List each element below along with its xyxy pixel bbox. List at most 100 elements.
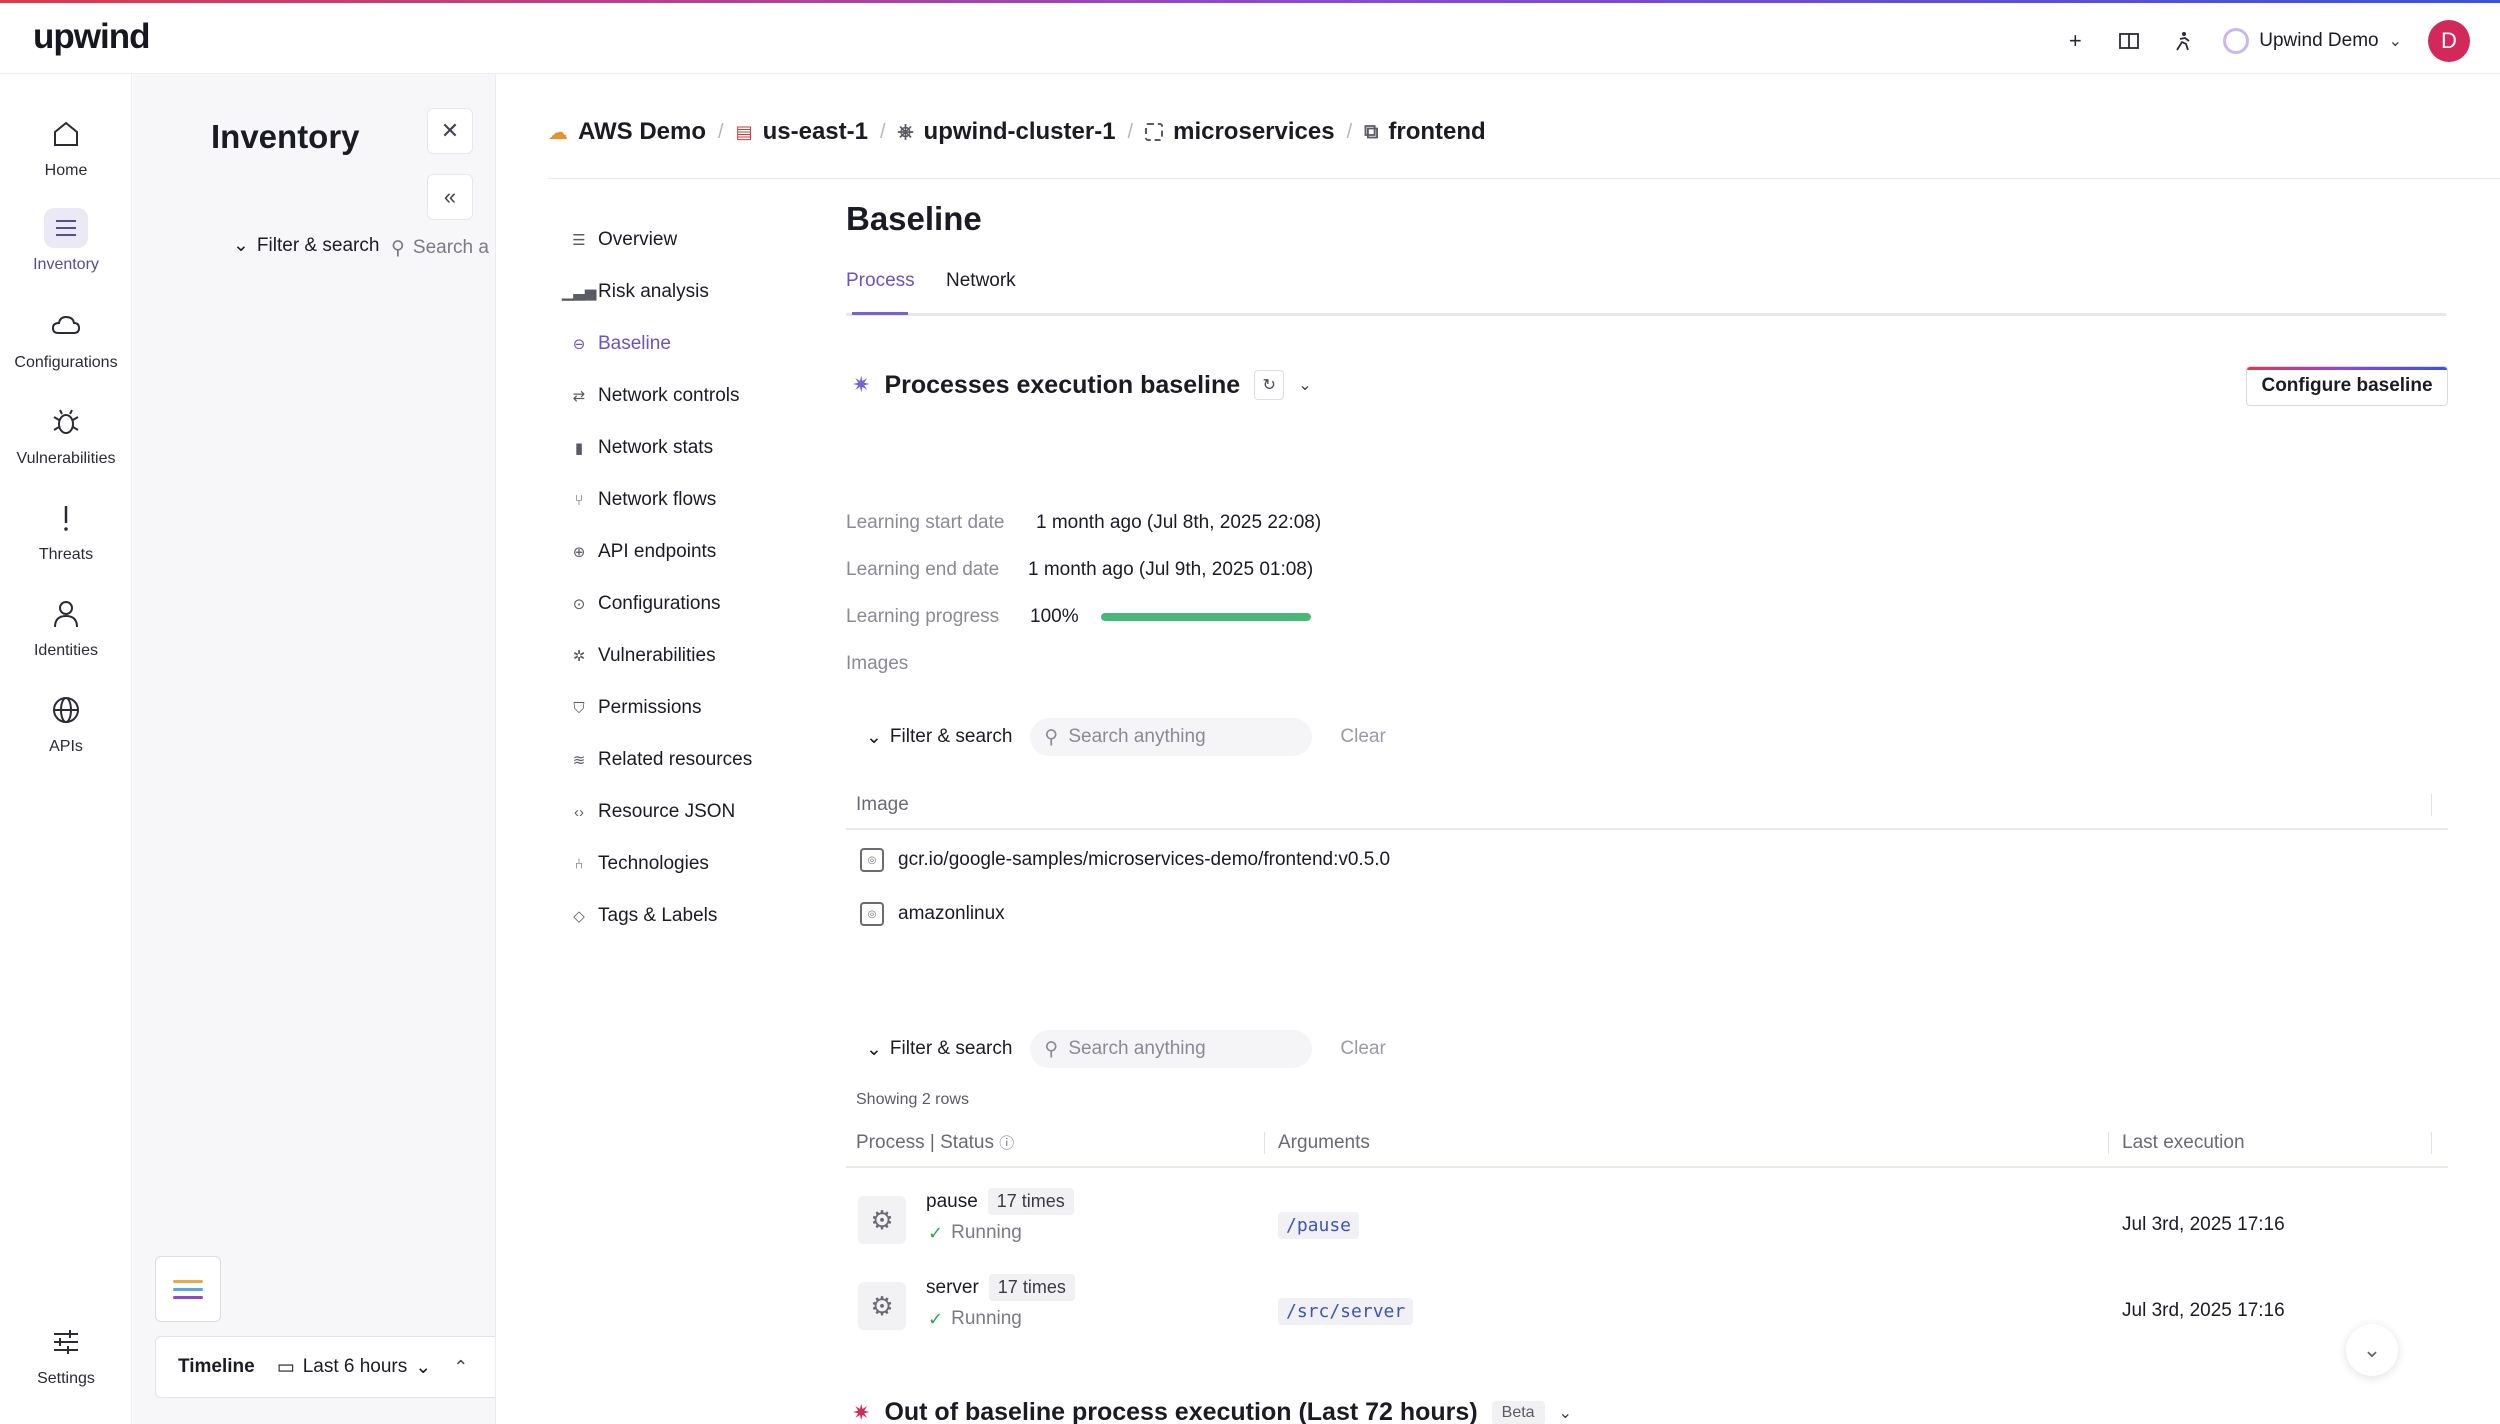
avatar[interactable]: D — [2428, 20, 2470, 62]
info-icon[interactable]: ⓘ — [999, 1135, 1014, 1152]
process-status: ✓ Running — [928, 1222, 1022, 1244]
subnav-label: Risk analysis — [598, 281, 709, 302]
process-name-cell: server 17 times — [926, 1274, 1075, 1301]
breadcrumb-item-account[interactable]: ☁ AWS Demo — [548, 118, 706, 146]
subnav-item-network-controls[interactable]: ⇄ Network controls — [570, 370, 810, 422]
learning-end-value: 1 month ago (Jul 9th, 2025 01:08) — [1028, 559, 1314, 580]
legend-button[interactable] — [155, 1256, 221, 1322]
images-heading: Images — [846, 653, 1036, 675]
subnav-item-technologies[interactable]: ⑃ Technologies — [570, 838, 810, 890]
breadcrumb-item-namespace[interactable]: microservices — [1145, 118, 1335, 146]
column-header-image[interactable]: Image — [856, 794, 909, 816]
panel-search-input[interactable]: ⚲ Search a — [391, 229, 511, 267]
configure-baseline-label: Configure baseline — [2261, 375, 2433, 396]
configure-baseline-button[interactable]: Configure baseline — [2246, 366, 2448, 406]
rail-label-identities: Identities — [33, 642, 99, 659]
subnav-item-risk-analysis[interactable]: ▁▃▅ Risk analysis — [561, 266, 810, 318]
breadcrumb-label: us-east-1 — [762, 118, 868, 145]
learning-progress-label: Learning progress — [846, 606, 1000, 627]
baseline-icon: ⊖ — [572, 336, 586, 353]
table-row[interactable]: ◎ gcr.io/google-samples/microservices-de… — [860, 848, 1390, 872]
column-header-arguments[interactable]: Arguments — [1278, 1132, 1370, 1154]
subnav-item-resource-json[interactable]: ‹› Resource JSON — [570, 786, 810, 838]
tab-network[interactable]: Network — [946, 270, 1016, 306]
clear-button[interactable]: Clear — [1340, 726, 1385, 748]
upwind-logo[interactable]: upwind — [33, 17, 150, 57]
learning-end: Learning end date 1 month ago (Jul 9th, … — [846, 559, 1313, 581]
rail-item-inventory[interactable]: Inventory — [0, 208, 132, 288]
baseline-tabs: Process Network — [846, 256, 2446, 316]
progress-bar — [1100, 613, 1311, 621]
subnav-item-overview[interactable]: ☰ Overview — [570, 214, 810, 266]
chevron-down-icon[interactable]: ⌄ — [1298, 375, 1311, 395]
subnav-item-network-stats[interactable]: ▮ Network stats — [570, 422, 810, 474]
breadcrumb-label: microservices — [1173, 118, 1335, 145]
table-row[interactable]: ⚙ server 17 times ✓ Running /src/server … — [846, 1266, 2448, 1352]
filter-toggle[interactable]: ⌄ Filter & search — [866, 1038, 1012, 1061]
column-header-process[interactable]: Process | Status ⓘ — [856, 1132, 1014, 1154]
config-icon: ⊙ — [572, 596, 586, 613]
breadcrumb-item-cluster[interactable]: ⎈ upwind-cluster-1 — [898, 118, 1116, 146]
column-header-last-execution[interactable]: Last execution — [2122, 1132, 2245, 1154]
timeline-range-value: Last 6 hours — [302, 1356, 408, 1377]
signal-icon: ▁▃▅ — [561, 284, 597, 301]
expand-up-icon[interactable]: ⌃ — [453, 1357, 468, 1378]
breadcrumb-item-workload[interactable]: ⧉ frontend — [1364, 118, 1486, 146]
refresh-icon[interactable]: ↻ — [1254, 370, 1285, 400]
filter-toggle[interactable]: ⌄ Filter & search — [866, 726, 1012, 749]
subnav-item-baseline[interactable]: ⊖ Baseline — [570, 318, 810, 370]
column-resize-handle[interactable] — [2431, 1132, 2432, 1154]
rail-item-identities[interactable]: Identities — [0, 594, 132, 674]
run-icon[interactable] — [2169, 27, 2197, 55]
subnav-item-api-endpoints[interactable]: ⊕ API endpoints — [570, 526, 810, 578]
scroll-down-button[interactable]: ⌄ — [2346, 1324, 2398, 1376]
subnav-item-permissions[interactable]: ⛉ Permissions — [570, 682, 810, 734]
check-icon: ✓ — [928, 1308, 944, 1329]
subnav-item-related-resources[interactable]: ≋ Related resources — [570, 734, 810, 786]
subnav-label: Network stats — [598, 437, 714, 458]
rail-label-configurations: Configurations — [14, 354, 118, 371]
book-icon[interactable] — [2115, 27, 2143, 55]
timeline-bar[interactable]: Timeline ▭ Last 6 hours ⌄ ⌃ — [155, 1336, 515, 1398]
breadcrumb-label: upwind-cluster-1 — [923, 118, 1116, 145]
panel-filter-toggle[interactable]: ⌄ Filter & search — [233, 234, 379, 257]
learning-progress: Learning progress 100% — [846, 606, 1311, 628]
filter-label: Filter & search — [889, 1038, 1013, 1059]
rail-item-settings[interactable]: Settings — [0, 1322, 132, 1402]
breadcrumb-separator: / — [879, 120, 886, 143]
rail-item-home[interactable]: Home — [0, 114, 132, 194]
rail-item-configurations[interactable]: Configurations — [0, 306, 132, 386]
column-resize-handle[interactable] — [2108, 1132, 2109, 1154]
org-switcher[interactable]: Upwind Demo ⌄ — [2223, 28, 2402, 54]
home-icon — [54, 121, 78, 146]
bug-icon: ✲ — [572, 648, 586, 665]
status-text: Running — [951, 1222, 1022, 1243]
close-icon[interactable]: ✕ — [427, 108, 473, 154]
plus-icon[interactable]: + — [2061, 27, 2089, 55]
table-row[interactable]: ◎ amazonlinux — [860, 902, 1005, 926]
subnav-item-vulnerabilities[interactable]: ✲ Vulnerabilities — [570, 630, 810, 682]
clear-button[interactable]: Clear — [1340, 1038, 1385, 1060]
org-status-icon — [2223, 28, 2250, 54]
process-search-input[interactable]: ⚲ Search anything — [1030, 1030, 1313, 1068]
subnav-label: Baseline — [598, 333, 671, 354]
row-count: Showing 2 rows — [856, 1091, 969, 1108]
resource-subnav: ☰ Overview ▁▃▅ Risk analysis ⊖ Baseline ⇄ Ne… — [561, 214, 810, 942]
rail-item-vulnerabilities[interactable]: Vulnerabilities — [0, 402, 132, 482]
subnav-item-network-flows[interactable]: ⑂ Network flows — [570, 474, 810, 526]
collapse-icon[interactable]: « — [427, 174, 473, 220]
rail-label-settings: Settings — [37, 1370, 95, 1387]
chevron-down-icon[interactable]: ⌄ — [1559, 1403, 1572, 1423]
breadcrumb-item-region[interactable]: ▤ us-east-1 — [736, 118, 868, 146]
subnav-item-tags-labels[interactable]: ◇ Tags & Labels — [570, 890, 810, 942]
column-resize-handle[interactable] — [1264, 1132, 1265, 1154]
rail-item-apis[interactable]: APIs — [0, 690, 132, 770]
arrows-icon: ⇄ — [572, 388, 586, 405]
subnav-item-configurations[interactable]: ⊙ Configurations — [570, 578, 810, 630]
rail-item-threats[interactable]: Threats — [0, 498, 132, 578]
timeline-range-select[interactable]: ▭ Last 6 hours ⌄ — [277, 1356, 431, 1379]
tab-process[interactable]: Process — [846, 270, 915, 306]
images-search-input[interactable]: ⚲ Search anything — [1030, 718, 1313, 756]
table-row[interactable]: ⚙ pause 17 times ✓ Running /pause Jul 3r… — [846, 1180, 2448, 1266]
column-resize-handle[interactable] — [2431, 794, 2432, 816]
